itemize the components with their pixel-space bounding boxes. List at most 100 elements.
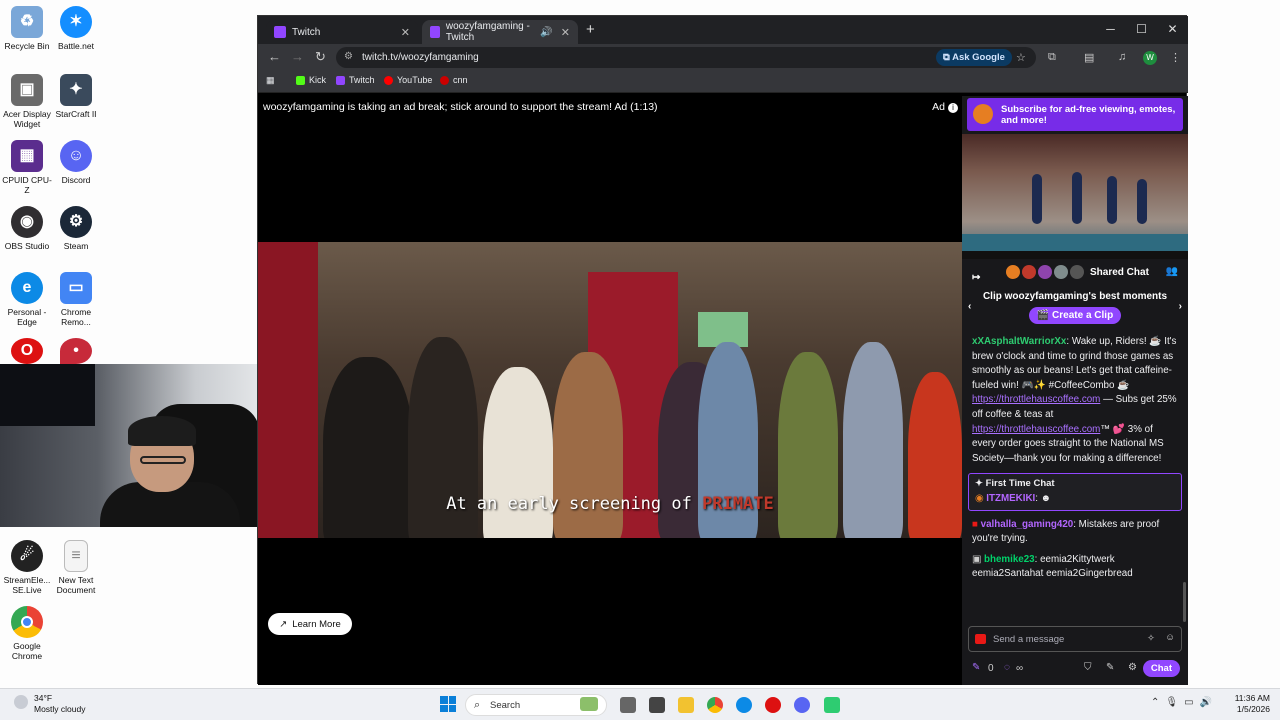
chevron-up-icon[interactable]: ⌃ [1151, 697, 1165, 708]
twitch-favicon-icon [274, 26, 286, 38]
desktop-icon-chrome-remote[interactable]: ▭ Chrome Remo... [49, 272, 103, 327]
info-icon[interactable]: i [948, 103, 958, 113]
desktop-icon-battle-net[interactable]: ✶ Battle.net [49, 6, 103, 51]
bookmark-label: Kick [309, 75, 327, 85]
audio-playing-icon[interactable]: 🔊 [540, 27, 552, 38]
desktop-icon-starcraft[interactable]: ✦ StarCraft II [49, 74, 103, 119]
settings-gear-icon[interactable]: ⚙ [1128, 662, 1137, 673]
hype-icon[interactable]: ◌ [1004, 662, 1010, 673]
streamelements-taskbar-icon[interactable] [824, 697, 840, 713]
bookmark-twitch[interactable]: Twitch [336, 75, 375, 85]
close-tab-icon[interactable]: ✕ [561, 26, 570, 39]
chat-username[interactable]: bhemike23 [984, 554, 1035, 565]
volume-icon[interactable]: 🔊 [1200, 697, 1218, 708]
clip-icon: 🎬 [1036, 310, 1053, 321]
network-icon[interactable]: ▭ [1184, 697, 1199, 708]
file-explorer-icon[interactable] [678, 697, 694, 713]
chat-send-button[interactable]: Chat [1142, 660, 1180, 677]
desktop-icon-label: CPUID CPU-Z [2, 175, 52, 195]
collapse-chat-icon[interactable]: ↦ [972, 272, 980, 283]
moderation-shield-icon[interactable]: ⛉ [1084, 662, 1092, 673]
close-tab-icon[interactable]: ✕ [401, 26, 410, 39]
chat-link[interactable]: https://throttlehauscoffee.com [972, 394, 1100, 405]
chat-message-input[interactable]: Send a message ✧ ☺ [968, 626, 1182, 652]
desktop-icon-text-document[interactable]: ≡ New Text Document [49, 540, 103, 595]
reload-button[interactable]: ↻ [315, 49, 326, 65]
bookmark-star-icon[interactable]: ☆ [1016, 51, 1026, 64]
desktop-icon-discord[interactable]: ☺ Discord [49, 140, 103, 185]
new-tab-button[interactable]: + [586, 21, 595, 38]
maximize-button[interactable]: ☐ [1126, 16, 1157, 44]
weather-temperature: 34°F [34, 693, 53, 703]
minimize-button[interactable]: ─ [1095, 16, 1126, 44]
create-clip-button[interactable]: 🎬 Create a Clip [1028, 307, 1122, 324]
microphone-icon[interactable]: 🎙 [1165, 697, 1184, 708]
desktop-icon-maps[interactable]: • [49, 338, 103, 367]
desktop-icon-edge[interactable]: e Personal - Edge [0, 272, 54, 327]
video-player[interactable]: woozyfamgaming is taking an ad break; st… [258, 96, 962, 685]
chrome-taskbar-icon[interactable] [707, 697, 723, 713]
desktop-icon-label: StreamEle... SE.Live [3, 575, 51, 595]
discord-taskbar-icon[interactable] [794, 697, 810, 713]
twitch-favicon-icon [430, 26, 440, 38]
clock-time: 11:36 AM [1234, 693, 1270, 703]
close-window-button[interactable]: ✕ [1157, 16, 1188, 44]
chevron-left-icon[interactable]: ‹ [968, 301, 971, 312]
system-tray-icons[interactable]: ⌃🎙▭🔊 [1151, 697, 1218, 708]
channel-points-icon[interactable]: ✎ [972, 662, 980, 673]
bookmark-youtube[interactable]: YouTube [384, 75, 432, 85]
media-controls-icon[interactable]: ♫ [1118, 51, 1126, 63]
weather-widget[interactable]: 34°F Mostly cloudy [14, 693, 86, 715]
ask-google-button[interactable]: ⧉ Ask Google [936, 49, 1012, 66]
extensions-icon[interactable]: ⧉ [1048, 51, 1056, 64]
battle-net-icon: ✶ [60, 6, 92, 38]
more-menu-icon[interactable]: ⋮ [1170, 51, 1181, 64]
taskbar-search[interactable]: ⌕ Search [465, 694, 607, 716]
subscribe-banner[interactable]: Subscribe for ad-free viewing, emotes, a… [967, 98, 1183, 131]
desktop-icon-opera[interactable]: O [0, 338, 54, 367]
tab-woozyfamgaming[interactable]: woozyfamgaming - Twitch 🔊 ✕ [422, 20, 578, 44]
edge-taskbar-icon[interactable] [736, 697, 752, 713]
chat-link[interactable]: https://throttlehauscoffee.com [972, 424, 1100, 435]
desktop-icon-steam[interactable]: ⚙ Steam [49, 206, 103, 251]
profile-avatar[interactable]: W [1143, 51, 1157, 65]
desktop-icon-label: Recycle Bin [4, 41, 50, 51]
desktop-icon-cpuz[interactable]: ▦ CPUID CPU-Z [0, 140, 54, 195]
apps-grid-icon[interactable]: ▦ [266, 75, 275, 86]
emote-picker-icon[interactable]: ☺ [1165, 632, 1175, 643]
desktop-icon-obs[interactable]: ◉ OBS Studio [0, 206, 54, 251]
pen-icon[interactable]: ✎ [1106, 662, 1114, 673]
bookmark-kick[interactable]: Kick [296, 75, 326, 85]
side-panel-icon[interactable]: ▤ [1084, 51, 1094, 64]
address-bar[interactable]: ⚙ twitch.tv/woozyfamgaming [336, 47, 1036, 68]
clock[interactable]: 11:36 AM 1/5/2026 [1235, 693, 1270, 715]
player-figure [1107, 176, 1117, 224]
desktop-icon-recycle-bin[interactable]: ♻ Recycle Bin [0, 6, 54, 51]
player-figure [1032, 174, 1042, 224]
community-icon[interactable]: 👥 [1166, 266, 1178, 277]
start-button[interactable] [440, 696, 456, 712]
chat-username[interactable]: valhalla_gaming420 [981, 519, 1074, 530]
terminal-icon[interactable] [649, 697, 665, 713]
weather-condition: Mostly cloudy [34, 704, 86, 714]
ad-label[interactable]: Ad i [932, 101, 958, 113]
learn-more-button[interactable]: ↗ Learn More [268, 613, 352, 635]
task-view-icon[interactable] [620, 697, 636, 713]
tab-twitch[interactable]: Twitch ✕ [266, 20, 418, 44]
back-button[interactable]: ← [268, 49, 281, 64]
bookmark-cnn[interactable]: cnn [440, 75, 468, 85]
desktop-icon-streamelements[interactable]: ☄ StreamEle... SE.Live [0, 540, 54, 595]
chat-scrollbar[interactable] [1183, 582, 1186, 622]
bits-icon[interactable]: ✧ [1147, 633, 1155, 644]
windows-logo-icon [440, 704, 448, 712]
forward-button[interactable]: → [291, 49, 304, 64]
cnn-icon [440, 75, 449, 85]
chevron-right-icon[interactable]: › [1179, 301, 1182, 312]
opera-taskbar-icon[interactable] [765, 697, 781, 713]
mini-player-basketball[interactable] [962, 134, 1188, 259]
chat-username[interactable]: ITZMEKIKI [986, 493, 1035, 504]
chat-username[interactable]: xXAsphaltWarriorXx [972, 336, 1066, 347]
site-info-icon[interactable]: ⚙ [344, 51, 353, 62]
desktop-icon-acer-display-widget[interactable]: ▣ Acer Display Widget [0, 74, 54, 129]
desktop-icon-chrome[interactable]: Google Chrome [0, 606, 54, 661]
